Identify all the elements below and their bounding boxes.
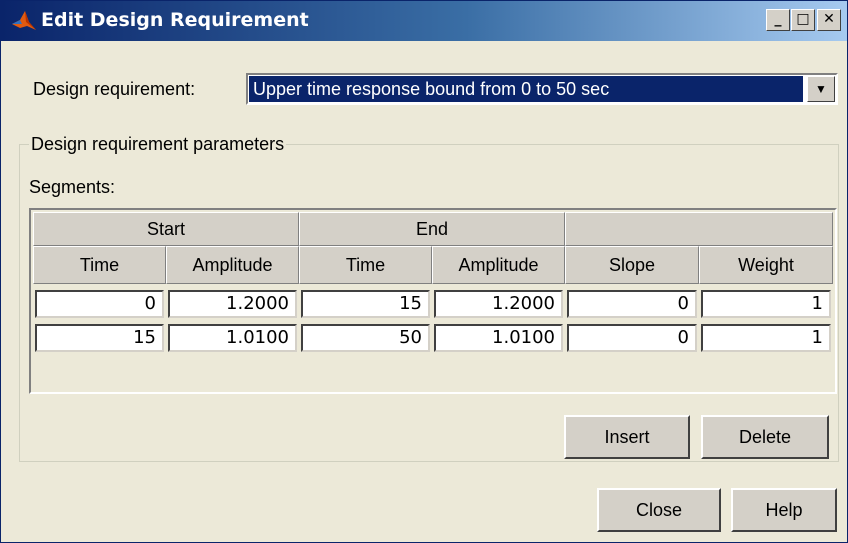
window-title: Edit Design Requirement <box>41 9 309 31</box>
col-slope: Slope <box>565 246 699 284</box>
segments-table: Start End Time Amplitude Time Amplitude … <box>29 208 837 394</box>
col-start-amplitude: Amplitude <box>166 246 299 284</box>
design-requirement-label: Design requirement: <box>33 79 196 99</box>
title-bar[interactable]: Edit Design Requirement _ □ ✕ <box>1 1 847 41</box>
cell-r1-end-time[interactable]: 15 <box>301 290 430 318</box>
cell-r2-end-time[interactable]: 50 <box>301 324 430 352</box>
header-end: End <box>299 212 565 246</box>
col-end-amplitude: Amplitude <box>432 246 565 284</box>
close-button[interactable]: Close <box>597 488 721 532</box>
cell-r1-start-time[interactable]: 0 <box>35 290 164 318</box>
design-requirement-dropdown[interactable]: Upper time response bound from 0 to 50 s… <box>246 73 838 105</box>
parameters-group-label: Design requirement parameters <box>29 134 287 155</box>
cell-r2-start-amplitude[interactable]: 1.0100 <box>168 324 297 352</box>
header-start: Start <box>33 212 299 246</box>
col-end-time: Time <box>299 246 432 284</box>
cell-r1-slope[interactable]: 0 <box>567 290 697 318</box>
header-slope-weight-group <box>565 212 833 246</box>
col-start-time: Time <box>33 246 166 284</box>
cell-r1-end-amplitude[interactable]: 1.2000 <box>434 290 563 318</box>
cell-r2-start-time[interactable]: 15 <box>35 324 164 352</box>
cell-r1-start-amplitude[interactable]: 1.2000 <box>168 290 297 318</box>
minimize-button[interactable]: _ <box>766 9 790 31</box>
cell-r2-slope[interactable]: 0 <box>567 324 697 352</box>
matlab-logo-icon <box>12 11 36 30</box>
col-weight: Weight <box>699 246 833 284</box>
edit-design-requirement-dialog: Edit Design Requirement _ □ ✕ Design req… <box>0 0 848 543</box>
help-button[interactable]: Help <box>731 488 837 532</box>
dropdown-arrow-icon[interactable]: ▼ <box>807 76 835 102</box>
cell-r2-weight[interactable]: 1 <box>701 324 831 352</box>
design-requirement-selected[interactable]: Upper time response bound from 0 to 50 s… <box>249 76 803 102</box>
segments-label: Segments: <box>29 177 116 197</box>
cell-r2-end-amplitude[interactable]: 1.0100 <box>434 324 563 352</box>
cell-r1-weight[interactable]: 1 <box>701 290 831 318</box>
close-window-button[interactable]: ✕ <box>817 9 841 31</box>
insert-button[interactable]: Insert <box>564 415 690 459</box>
maximize-button[interactable]: □ <box>791 9 815 31</box>
delete-button[interactable]: Delete <box>701 415 829 459</box>
